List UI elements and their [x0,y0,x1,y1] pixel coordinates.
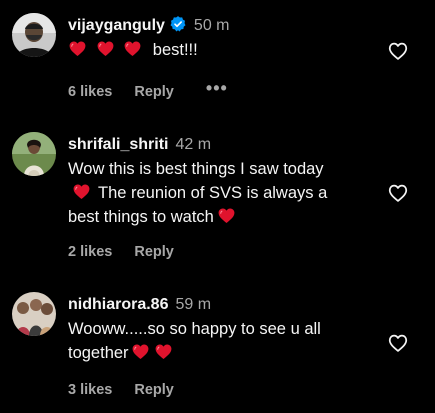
comment-content: nidhiarora.86 59 m Wooww.....so so happy … [68,295,387,365]
comment-item: vijayganguly 50 m best!!! 6 likes Reply •… [0,0,435,115]
more-options-icon[interactable]: ••• [206,78,228,98]
heart-emoji [131,342,150,361]
comment-text-content: best!!! [152,41,198,59]
likes-count[interactable]: 6 likes [68,84,112,100]
comment-item: shrifali_shriti 42 m Wow this is best thi… [0,122,435,272]
comment-text-line: together [68,341,387,365]
like-heart-icon[interactable] [387,332,409,354]
comment-text-content: together [68,344,129,362]
reply-button[interactable]: Reply [134,382,174,398]
reply-button[interactable]: Reply [134,244,174,260]
comment-content: shrifali_shriti 42 m Wow this is best thi… [68,135,387,229]
comment-text: Wow this is best things I saw today The … [68,157,387,229]
comment-header: shrifali_shriti 42 m [68,135,387,155]
likes-count[interactable]: 2 likes [68,244,112,260]
avatar[interactable] [12,132,56,176]
verified-badge-icon [170,16,186,32]
comment-timestamp: 50 m [193,17,230,34]
heart-emoji [154,342,173,361]
username[interactable]: vijayganguly [68,17,165,34]
comment-header: vijayganguly 50 m [68,15,387,36]
comment-actions: 2 likes Reply [68,244,192,260]
comment-text-line: best things to watch [68,205,387,229]
likes-count[interactable]: 3 likes [68,382,112,398]
comment-header: nidhiarora.86 59 m [68,295,387,315]
reply-button[interactable]: Reply [134,84,174,100]
comment-content: vijayganguly 50 m best!!! [68,15,387,62]
heart-emoji [72,182,91,201]
comment-text-line: Wooww.....so so happy to see u all [68,320,321,338]
comment-text-line: The reunion of SVS is always a [68,181,387,205]
comment-timestamp: 59 m [175,296,212,313]
heart-emoji [123,39,142,58]
username[interactable]: nidhiarora.86 [68,296,168,313]
avatar[interactable] [12,13,56,57]
comment-text: Wooww.....so so happy to see u all toget… [68,317,387,365]
comment-item: nidhiarora.86 59 m Wooww.....so so happy … [0,282,435,413]
comment-timestamp: 42 m [175,136,212,153]
comment-actions: 3 likes Reply [68,382,192,398]
heart-emoji [96,39,115,58]
comment-actions: 6 likes Reply ••• [68,78,246,100]
comment-text-content: The reunion of SVS is always a [98,184,328,202]
heart-emoji [217,206,236,225]
comment-text: best!!! [68,38,387,62]
avatar[interactable] [12,292,56,336]
comment-text-line: Wow this is best things I saw today [68,160,324,178]
like-heart-icon[interactable] [387,40,409,62]
comment-text-content: best things to watch [68,208,214,226]
like-heart-icon[interactable] [387,182,409,204]
heart-emoji [68,39,87,58]
username[interactable]: shrifali_shriti [68,136,168,153]
